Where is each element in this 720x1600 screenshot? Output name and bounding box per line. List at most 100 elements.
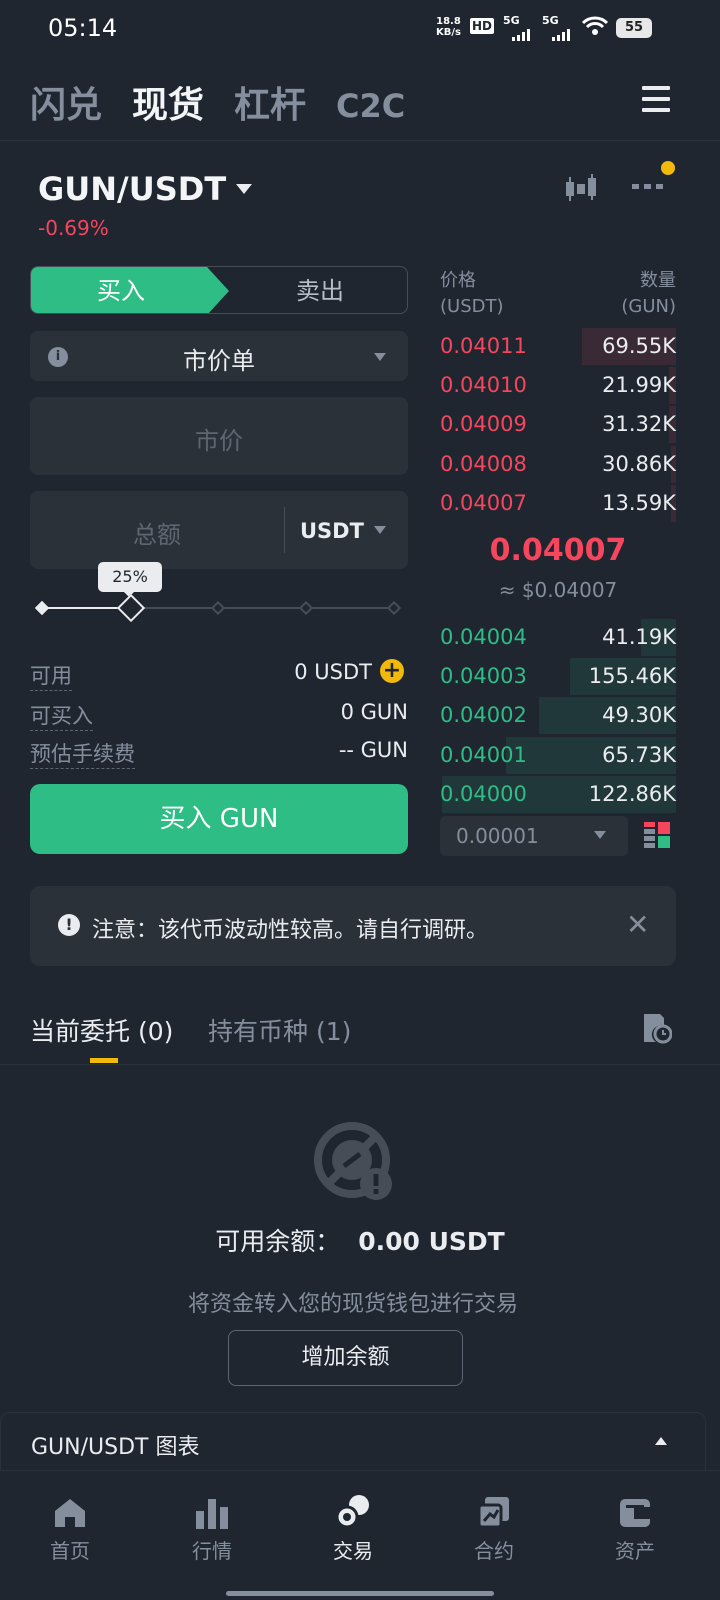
wifi-icon — [581, 16, 609, 40]
chevron-up-icon[interactable] — [655, 1437, 667, 1445]
buy-gun-button[interactable]: 买入 GUN — [30, 784, 408, 854]
empty-hint: 将资金转入您的现货钱包进行交易 — [187, 1292, 518, 1317]
tab-spot[interactable]: 现货 — [132, 76, 204, 128]
menu-icon[interactable] — [642, 86, 670, 119]
nav-divider — [0, 140, 720, 141]
chevron-down-icon — [374, 353, 386, 361]
nav-home[interactable]: 首页 — [20, 1489, 120, 1564]
bid-qty: 122.86K — [588, 781, 676, 806]
order-history-icon[interactable] — [642, 1012, 673, 1048]
ask-price: 0.04010 — [440, 373, 527, 398]
bid-row[interactable]: 0.04001 65.73K — [440, 736, 676, 775]
ask-row[interactable]: 0.04010 21.99K — [440, 366, 676, 405]
orderbook-layout-icon[interactable] — [644, 822, 670, 852]
more-icon[interactable] — [632, 184, 663, 189]
tab-margin[interactable]: 杠杆 — [234, 76, 306, 128]
slider-step-75[interactable] — [298, 600, 314, 616]
bid-row[interactable]: 0.04000 122.86K — [440, 775, 676, 814]
notification-dot — [661, 161, 675, 175]
ask-row[interactable]: 0.04011 69.55K — [440, 327, 676, 366]
ask-row[interactable]: 0.04009 31.32K — [440, 405, 676, 444]
nav-trade-label: 交易 — [333, 1539, 373, 1563]
slider-step-50[interactable] — [210, 600, 226, 616]
bid-price: 0.04004 — [440, 625, 527, 649]
pair-caret-icon[interactable] — [236, 184, 252, 194]
tab-holdings-count: (1) — [315, 1017, 352, 1046]
ask-price: 0.04011 — [440, 334, 527, 358]
ask-row[interactable]: 0.04007 13.59K — [440, 484, 676, 523]
order-type-value: 市价单 — [183, 347, 255, 375]
last-price: 0.04007 — [489, 533, 627, 568]
available-label[interactable]: 可用 — [30, 660, 72, 691]
home-indicator — [226, 1591, 494, 1596]
order-type-select[interactable]: i 市价单 — [30, 331, 408, 381]
bottom-nav: 首页 行情 交易 合约 资产 — [0, 1470, 720, 1600]
precision-select[interactable]: 0.00001 — [440, 816, 628, 856]
chart-panel-title: GUN/USDT 图表 — [31, 1435, 200, 1460]
can-buy-label[interactable]: 可买入 — [30, 700, 93, 731]
nav-assets[interactable]: 资产 — [585, 1489, 685, 1564]
volatility-notice: ! 注意：该代币波动性较高。请自行调研。 ✕ — [30, 886, 676, 966]
orders-divider — [0, 1064, 720, 1065]
trade-icon — [303, 1489, 403, 1529]
nav-trade[interactable]: 交易 — [303, 1489, 403, 1564]
slider-step-0[interactable] — [34, 600, 50, 616]
add-funds-icon[interactable]: + — [380, 659, 404, 683]
nav-futures[interactable]: 合约 — [444, 1489, 544, 1564]
buy-tab[interactable]: 买入 — [31, 267, 229, 313]
bid-row[interactable]: 0.04003 155.46K — [440, 657, 676, 696]
slider-step-100[interactable] — [386, 600, 402, 616]
status-time: 05:14 — [48, 14, 118, 42]
notice-text: 注意：该代币波动性较高。请自行调研。 — [92, 918, 489, 943]
total-field: 总额 USDT — [30, 491, 408, 569]
candlestick-chart-icon[interactable] — [562, 172, 600, 208]
tab-holdings[interactable]: 持有币种 (1) — [208, 1012, 351, 1048]
total-unit-select[interactable]: USDT — [300, 519, 364, 543]
nav-futures-label: 合约 — [474, 1539, 514, 1563]
bid-price: 0.04001 — [440, 742, 527, 767]
precision-value: 0.00001 — [456, 824, 539, 848]
chart-panel-bar[interactable]: GUN/USDT 图表 — [0, 1412, 706, 1472]
chevron-down-icon — [594, 831, 606, 839]
nav-markets[interactable]: 行情 — [162, 1489, 262, 1564]
tab-current-orders-label: 当前委托 — [30, 1017, 131, 1046]
ask-price: 0.04009 — [440, 412, 527, 437]
bid-price: 0.04003 — [440, 664, 527, 689]
pair-name[interactable]: GUN/USDT — [38, 170, 226, 208]
wallet-icon — [585, 1489, 685, 1529]
tab-indicator — [90, 1058, 118, 1063]
chevron-down-icon[interactable] — [374, 526, 386, 534]
balance-label: 可用余额： — [215, 1227, 341, 1256]
bid-qty: 155.46K — [588, 664, 676, 689]
ask-qty: 69.55K — [602, 334, 676, 358]
home-icon — [20, 1489, 120, 1529]
tab-holdings-label: 持有币种 — [208, 1017, 309, 1046]
nav-markets-label: 行情 — [192, 1539, 232, 1563]
bid-row[interactable]: 0.04004 41.19K — [440, 618, 676, 657]
top-nav: 闪兑 现货 杠杆 C2C — [30, 76, 405, 128]
bid-row[interactable]: 0.04002 49.30K — [440, 696, 676, 735]
ob-qty-unit: (GUN) — [621, 296, 676, 317]
tab-current-orders[interactable]: 当前委托 (0) — [30, 1012, 173, 1048]
close-icon[interactable]: ✕ — [626, 908, 649, 941]
add-balance-button[interactable]: 增加余额 — [228, 1330, 463, 1386]
can-buy-value: 0 GUN — [340, 700, 408, 724]
total-input[interactable]: 总额 — [30, 515, 284, 550]
ask-qty: 13.59K — [602, 490, 676, 515]
markets-icon — [162, 1489, 262, 1529]
ob-price-header: 价格 (USDT) — [440, 268, 504, 320]
slider-handle[interactable] — [116, 593, 146, 623]
warning-icon: ! — [58, 914, 80, 936]
buy-sell-toggle: 买入 卖出 — [30, 266, 408, 314]
ask-row[interactable]: 0.04008 30.86K — [440, 445, 676, 484]
fee-label[interactable]: 预估手续费 — [30, 738, 135, 769]
status-bar: 05:14 18.8 KB/s HD 5G 5G 55 — [0, 0, 720, 58]
pair-change: -0.69% — [38, 216, 109, 240]
ob-qty-header: 数量 (GUN) — [621, 268, 676, 320]
sell-tab[interactable]: 卖出 — [231, 267, 407, 313]
tab-convert[interactable]: 闪兑 — [30, 76, 102, 128]
nav-assets-label: 资产 — [615, 1539, 655, 1563]
net-speed-unit: KB/s — [436, 27, 461, 38]
bid-price: 0.04000 — [440, 781, 527, 806]
tab-c2c[interactable]: C2C — [336, 87, 405, 125]
